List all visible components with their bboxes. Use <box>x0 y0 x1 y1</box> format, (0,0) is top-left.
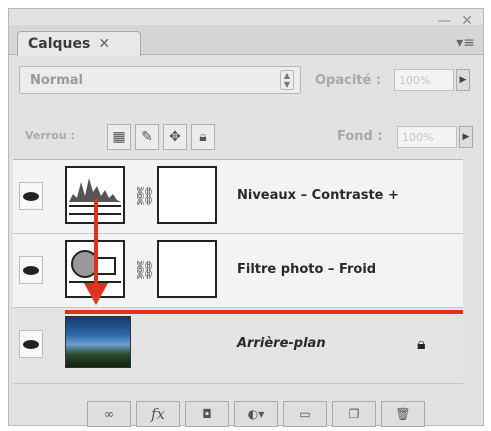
layer-name: Niveaux – Contraste + <box>237 188 399 203</box>
tab-bar: Calques ✕ ▾≡ <box>9 25 483 56</box>
blend-mode-value: Normal <box>30 72 83 88</box>
new-adjustment-layer-icon[interactable]: ◐▾ <box>234 401 278 427</box>
lock-icon: 🔒︎ <box>417 334 426 353</box>
layer-mask-thumbnail[interactable] <box>157 240 217 298</box>
drag-arrow-icon <box>84 199 108 305</box>
layer-mask-thumbnail[interactable] <box>157 166 217 224</box>
delete-layer-trash-icon[interactable]: 🗑︎ <box>381 401 425 427</box>
new-layer-icon[interactable]: ❐ <box>332 401 376 427</box>
lock-label: Verrou : <box>25 129 75 142</box>
visibility-eye-icon[interactable] <box>19 256 43 284</box>
layer-name: Filtre photo – Froid <box>237 262 377 277</box>
layer-name: Arrière-plan <box>237 336 326 351</box>
lock-position-icon[interactable]: ✥ <box>163 124 187 150</box>
layer-style-fx-button[interactable]: fx <box>136 401 180 427</box>
tab-close-icon[interactable]: ✕ <box>98 36 110 52</box>
tab-label: Calques <box>28 36 91 52</box>
opacity-spin-icon[interactable]: ▶ <box>456 69 470 91</box>
visibility-eye-icon[interactable] <box>19 182 43 210</box>
layers-footer-toolbar: ∞ fx ◘ ◐▾ ▭ ❐ 🗑︎ <box>87 401 425 429</box>
add-mask-icon[interactable]: ◘ <box>185 401 229 427</box>
panel-menu-icon[interactable]: ▾≡ <box>456 35 475 51</box>
opacity-label: Opacité : <box>315 73 382 88</box>
link-layers-icon[interactable]: ∞ <box>87 401 131 427</box>
tab-calques[interactable]: Calques ✕ <box>17 31 141 56</box>
lock-transparency-icon[interactable]: ▦ <box>107 124 131 150</box>
blend-row: Normal ▲ ▼ Opacité : 100% ▶ <box>19 64 475 96</box>
lock-buttons: ▦ ✎ ✥ 🔒︎ <box>107 124 215 150</box>
blend-mode-select[interactable]: Normal ▲ ▼ <box>19 66 301 94</box>
lock-all-icon[interactable]: 🔒︎ <box>191 124 215 150</box>
drop-indicator-line <box>65 310 463 314</box>
visibility-eye-icon[interactable] <box>19 330 43 358</box>
lock-pixels-icon[interactable]: ✎ <box>135 124 159 150</box>
lock-row: Verrou : ▦ ✎ ✥ 🔒︎ Fond : 100% ▶ <box>19 121 475 153</box>
layer-row[interactable]: Arrière-plan 🔒︎ <box>13 308 463 384</box>
fill-label: Fond : <box>337 129 383 144</box>
fill-input[interactable]: 100% <box>397 126 457 148</box>
new-group-folder-icon[interactable]: ▭ <box>283 401 327 427</box>
select-arrows-icon: ▲ ▼ <box>280 70 294 90</box>
layers-panel: — ✕ Calques ✕ ▾≡ Normal ▲ ▼ Opacité : 100… <box>8 8 484 429</box>
background-image-thumbnail <box>65 316 131 368</box>
opacity-input[interactable]: 100% <box>394 69 454 91</box>
fill-spin-icon[interactable]: ▶ <box>459 126 473 148</box>
chain-link-icon[interactable]: ⛓ <box>133 186 156 207</box>
chain-link-icon[interactable]: ⛓ <box>133 260 156 281</box>
